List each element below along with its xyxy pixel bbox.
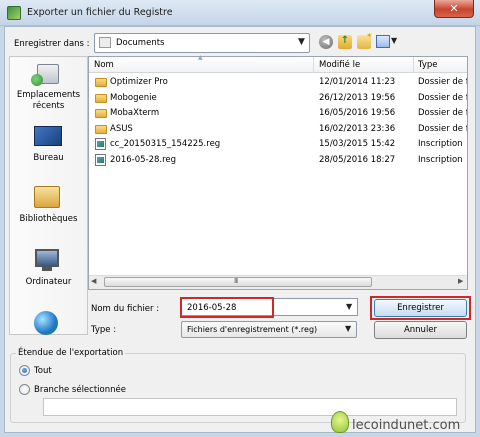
- filetype-chevron-down-icon[interactable]: ▼: [345, 324, 351, 333]
- file-type: Inscription: [418, 154, 463, 165]
- file-modified: 26/12/2013 19:56: [319, 92, 396, 103]
- folder-icon: [95, 93, 107, 103]
- save-button[interactable]: Enregistrer: [374, 299, 467, 317]
- file-row[interactable]: 2016-05-28.reg 28/05/2016 18:27 Inscriptio…: [89, 153, 467, 168]
- file-type: Inscription: [418, 139, 463, 149]
- filename-label: Nom du fichier :: [91, 304, 160, 314]
- computer-icon[interactable]: [35, 249, 59, 267]
- list-header: [89, 57, 467, 73]
- radio-all[interactable]: [19, 365, 30, 376]
- column-header-type[interactable]: Type: [418, 60, 438, 70]
- cancel-button[interactable]: Annuler: [374, 321, 467, 339]
- file-name: ASUS: [110, 123, 133, 134]
- file-modified: 16/02/2013 23:36: [319, 123, 396, 134]
- reg-file-icon: [95, 153, 106, 166]
- file-name: Optimizer Pro: [110, 77, 168, 87]
- filename-chevron-down-icon[interactable]: ▼: [346, 302, 352, 311]
- export-range-legend: Étendue de l'exportation: [16, 348, 126, 358]
- window-title: Exporter un fichier du Registre: [27, 7, 173, 18]
- file-modified: 12/01/2014 11:23: [319, 77, 396, 87]
- branch-path-input[interactable]: [43, 398, 457, 416]
- file-row[interactable]: cc_20150315_154225.reg 15/03/2015 15:42 In…: [89, 137, 467, 152]
- documents-folder-icon: [99, 37, 111, 48]
- up-folder-icon[interactable]: ↑: [338, 35, 352, 49]
- filetype-label: Type :: [91, 325, 117, 335]
- save-in-label: Enregistrer dans :: [14, 39, 90, 49]
- file-name: Mobogenie: [110, 92, 157, 103]
- file-name: cc_20150315_154225.reg: [110, 139, 221, 149]
- column-header-name[interactable]: Nom: [94, 60, 114, 70]
- radio-all-label[interactable]: Tout: [34, 366, 52, 376]
- column-header-modified[interactable]: Modifié le: [319, 60, 360, 70]
- place-libraries-label[interactable]: Bibliothèques: [9, 214, 88, 225]
- watermark-logo-icon: [331, 411, 349, 433]
- recent-places-badge-icon: [31, 74, 43, 86]
- save-in-value: Documents: [116, 38, 165, 48]
- close-button[interactable]: ✕: [434, 0, 474, 18]
- sort-indicator-icon: ▲: [198, 54, 203, 61]
- views-icon[interactable]: [376, 35, 390, 48]
- radio-selected-branch[interactable]: [19, 384, 30, 395]
- column-separator[interactable]: [413, 57, 414, 73]
- network-icon[interactable]: [34, 311, 58, 335]
- file-row[interactable]: MobaXterm 16/05/2016 19:56 Dossier de f: [89, 106, 467, 121]
- scroll-left-icon[interactable]: ◀: [91, 277, 96, 285]
- file-type: Dossier de f: [418, 77, 467, 87]
- regedit-icon: [7, 6, 21, 20]
- file-name: MobaXterm: [110, 108, 160, 118]
- filename-highlight-box: [180, 297, 274, 318]
- column-separator[interactable]: [313, 57, 314, 73]
- scrollbar-grip: III: [234, 277, 238, 285]
- reg-file-icon: [95, 138, 106, 150]
- watermark-text: lecoindunet.com: [352, 418, 461, 433]
- scrollbar-thumb[interactable]: [104, 277, 372, 287]
- filetype-value[interactable]: Fichiers d'enregistrement (*.reg): [187, 325, 317, 334]
- file-type: Dossier de f: [418, 123, 467, 134]
- back-icon[interactable]: ◀: [319, 35, 333, 49]
- file-modified: 15/03/2015 15:42: [319, 139, 396, 149]
- chevron-down-icon[interactable]: ▼: [298, 37, 305, 47]
- computer-stand: [42, 267, 52, 271]
- file-row[interactable]: Optimizer Pro 12/01/2014 11:23 Dossier de …: [89, 75, 467, 90]
- libraries-icon[interactable]: [34, 186, 60, 208]
- views-chevron-down-icon[interactable]: ▼: [391, 36, 397, 45]
- folder-icon: [95, 109, 107, 118]
- file-type: Dossier de f: [418, 108, 467, 118]
- file-row[interactable]: Mobogenie 26/12/2013 19:56 Dossier de f: [89, 91, 467, 106]
- place-recent-label[interactable]: Emplacements récents: [9, 90, 88, 112]
- desktop-icon[interactable]: [34, 126, 62, 146]
- folder-icon: [95, 78, 107, 87]
- place-desktop-label[interactable]: Bureau: [9, 153, 88, 164]
- file-row[interactable]: ASUS 16/02/2013 23:36 Dossier de f: [89, 122, 467, 137]
- file-name: 2016-05-28.reg: [110, 154, 177, 165]
- file-modified: 28/05/2016 18:27: [319, 154, 396, 165]
- file-modified: 16/05/2016 19:56: [319, 108, 396, 118]
- scroll-right-icon[interactable]: ▶: [458, 277, 463, 285]
- radio-selected-branch-label[interactable]: Branche sélectionnée: [34, 385, 126, 395]
- new-folder-spark-icon: ✶: [366, 31, 373, 40]
- file-type: Dossier de f: [418, 92, 467, 103]
- folder-icon: [95, 124, 107, 134]
- place-computer-label[interactable]: Ordinateur: [9, 277, 88, 288]
